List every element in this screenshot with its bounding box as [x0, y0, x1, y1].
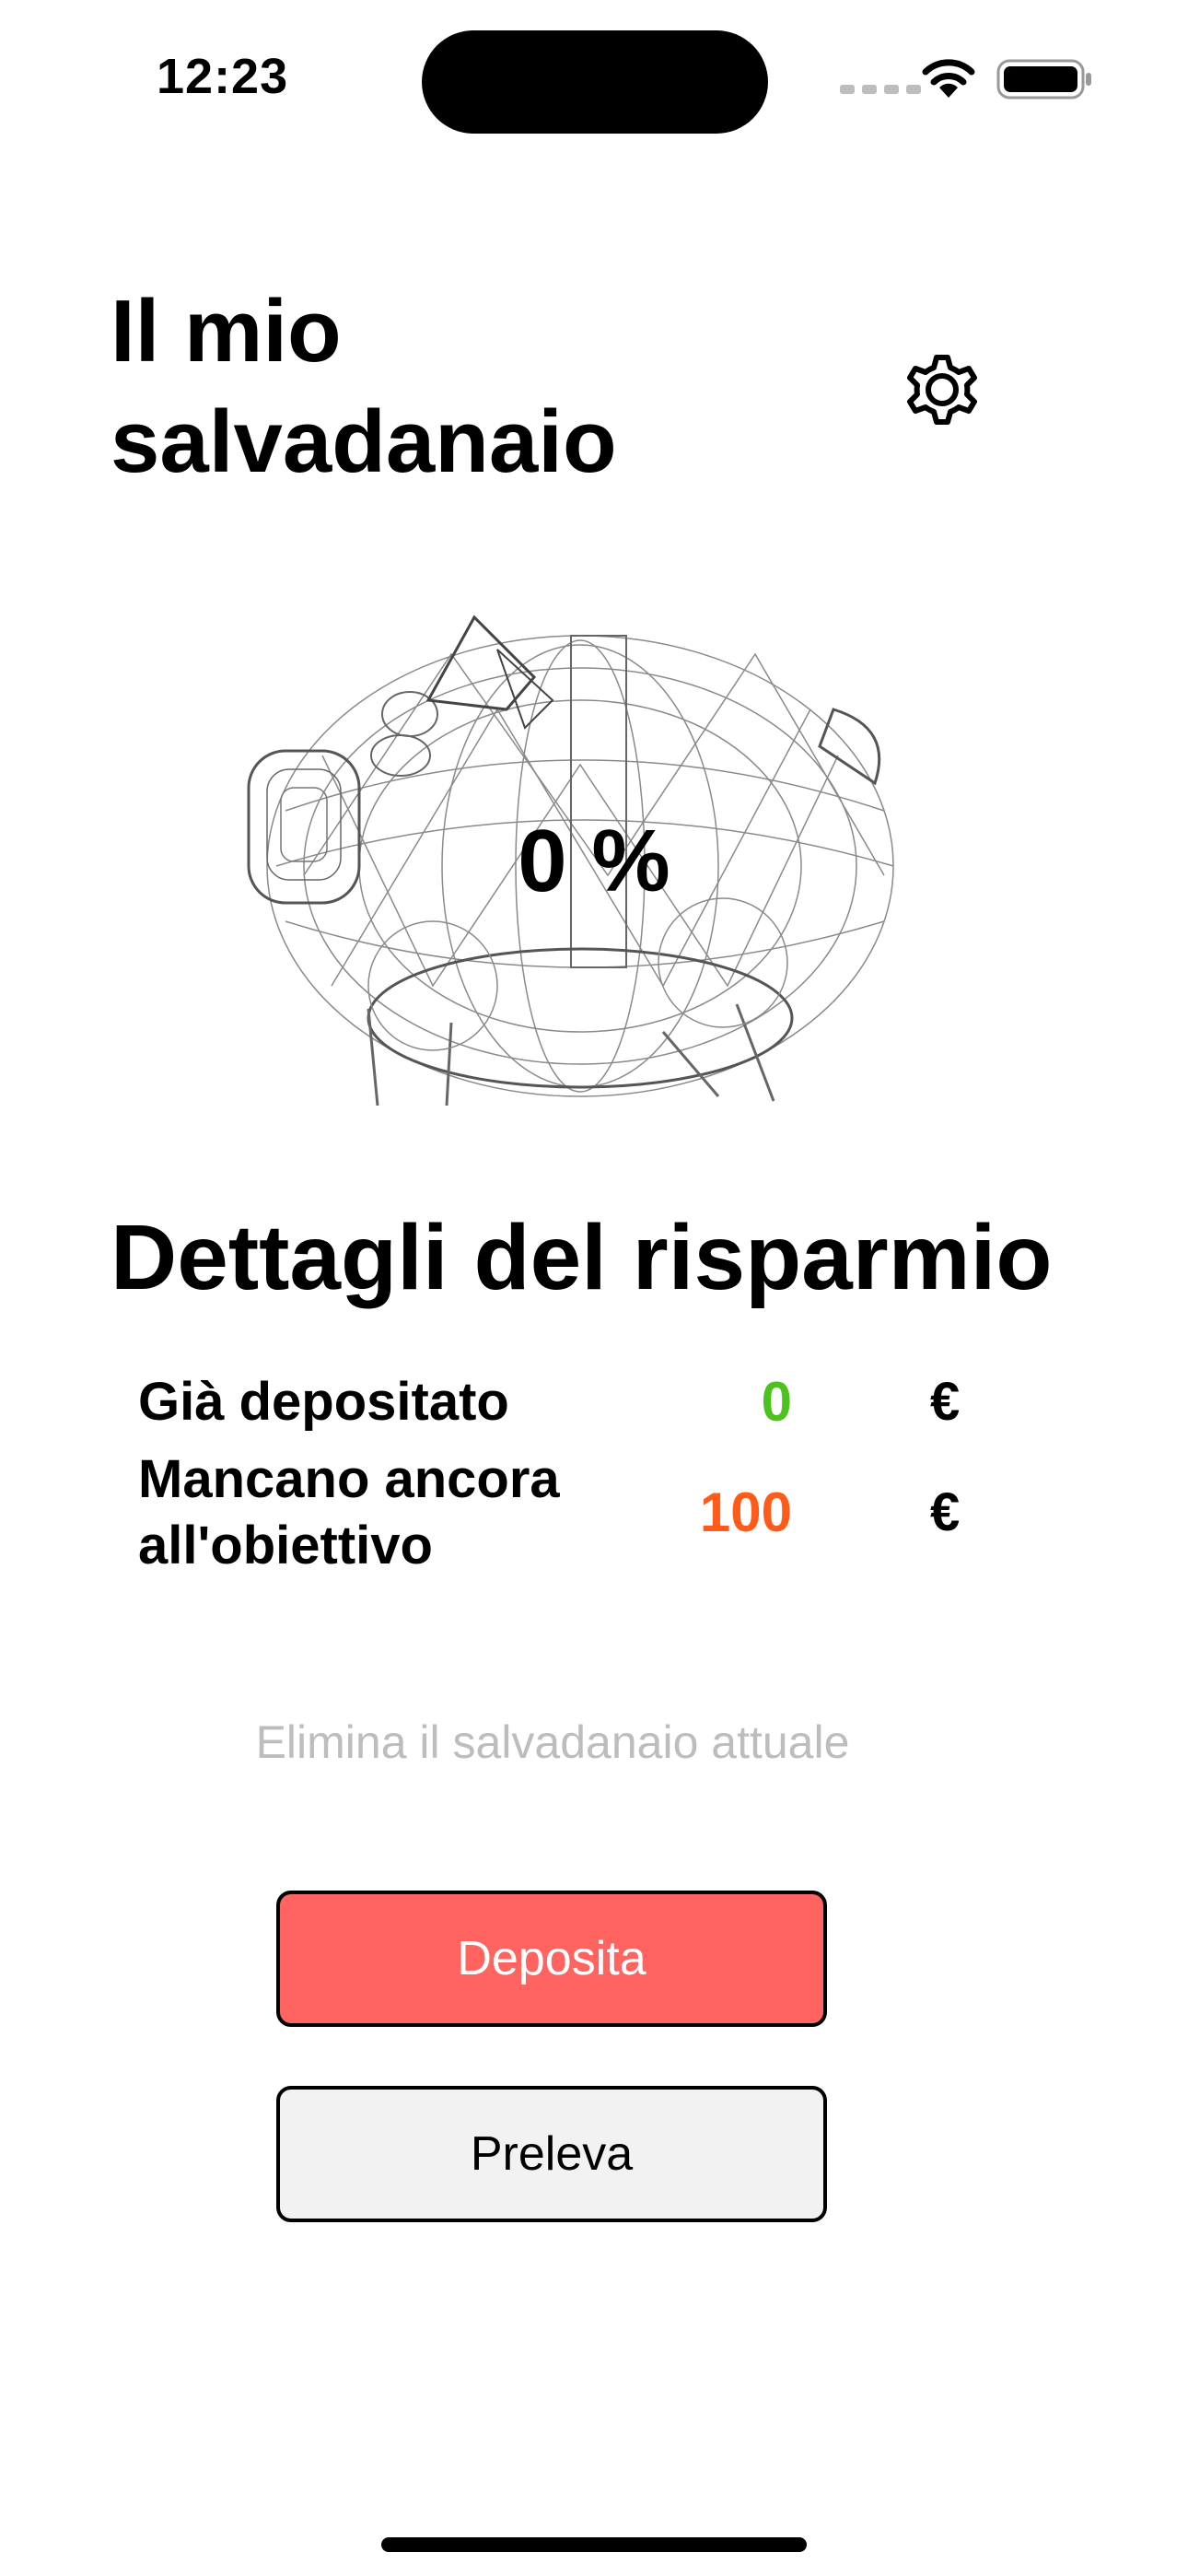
deposit-button[interactable]: Deposita: [276, 1891, 827, 2027]
home-indicator[interactable]: [381, 2537, 807, 2552]
dynamic-island: [422, 30, 768, 134]
deposited-value: 0: [761, 1371, 792, 1433]
deposited-currency: €: [930, 1372, 961, 1432]
remaining-value: 100: [699, 1481, 792, 1543]
deposited-row: Già depositato 0 €: [138, 1369, 1059, 1446]
status-time: 12:23: [157, 49, 289, 104]
savings-percent: 0 %: [518, 812, 670, 910]
details-table: Già depositato 0 € Mancano ancora all'ob…: [138, 1369, 1059, 1585]
remaining-row: Mancano ancora all'obiettivo 100 €: [138, 1446, 1059, 1585]
battery-icon: [996, 59, 1091, 100]
withdraw-button[interactable]: Preleva: [276, 2086, 827, 2222]
screen: 12:23 Il mio salvadanaio 0 % Dettagli de…: [0, 0, 1188, 2576]
remaining-currency: €: [930, 1482, 961, 1542]
status-bar: 12:23: [0, 0, 1188, 157]
details-title: Dettagli del risparmio: [111, 1206, 1053, 1309]
page-title: Il mio salvadanaio: [111, 282, 617, 491]
delete-piggy-bank-link[interactable]: Elimina il salvadanaio attuale: [0, 1715, 1105, 1769]
wifi-icon: [922, 59, 975, 98]
gear-icon[interactable]: [893, 341, 991, 439]
cellular-signal-icon: [840, 85, 921, 94]
